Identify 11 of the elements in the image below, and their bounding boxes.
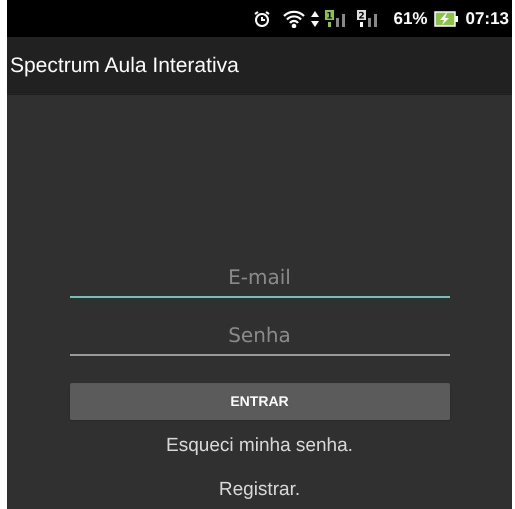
battery-percent: 61% <box>393 8 428 30</box>
app-title: Spectrum Aula Interativa <box>10 53 239 80</box>
login-button[interactable]: ENTRAR <box>70 383 450 420</box>
wifi-icon <box>283 10 306 28</box>
clock-time: 07:13 <box>466 8 509 30</box>
text-link[interactable]: Registrar. <box>218 476 300 504</box>
alarm-clock-icon <box>253 10 272 28</box>
input-field[interactable]: E-mail <box>70 258 450 298</box>
text-link[interactable]: Esqueci minha senha. <box>166 432 353 460</box>
input-field[interactable]: Senha <box>70 316 450 356</box>
data-arrows-icon <box>311 10 320 26</box>
